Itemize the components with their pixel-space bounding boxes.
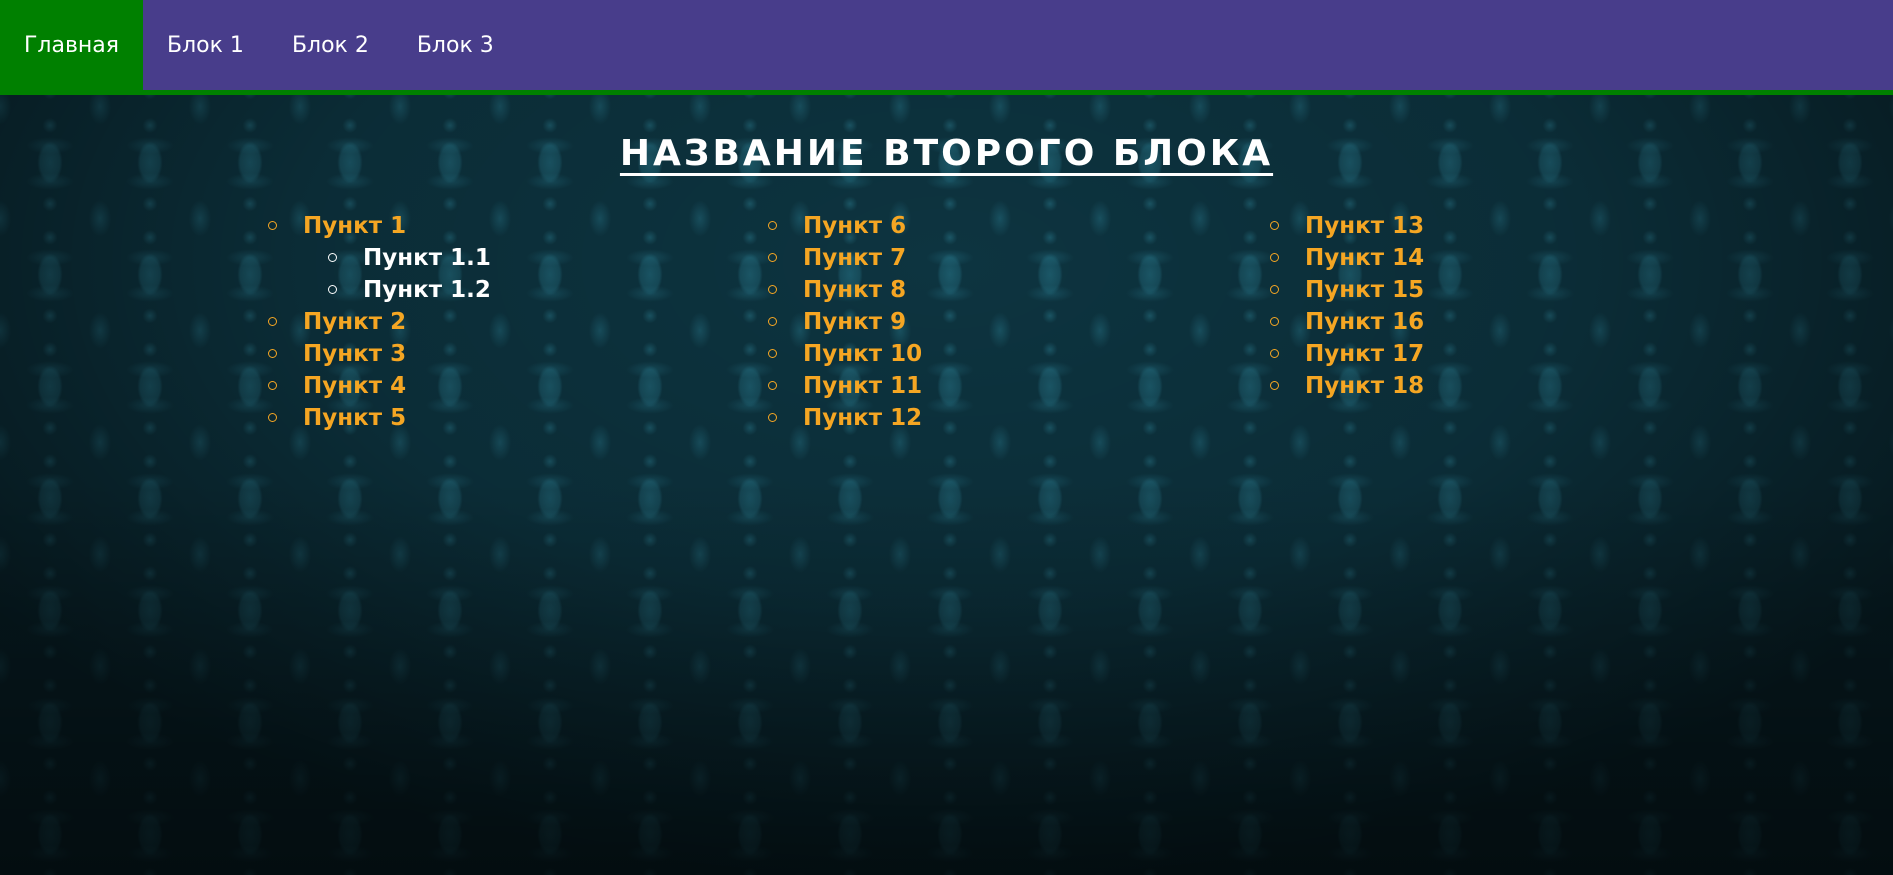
- list-item-label: Пункт 13: [1305, 213, 1425, 239]
- circle-bullet-icon: [268, 349, 277, 358]
- list-item: Пункт 8: [765, 274, 922, 306]
- list-item-label: Пункт 9: [803, 309, 907, 335]
- circle-bullet-icon: [268, 221, 277, 230]
- nav-item-home[interactable]: Главная: [0, 0, 144, 90]
- list-item: Пункт 18: [1267, 370, 1424, 402]
- list-item-label: Пункт 11: [803, 373, 923, 399]
- list-item-label: Пункт 1.2: [363, 277, 491, 303]
- list-item: Пункт 10: [765, 338, 922, 370]
- circle-bullet-icon: [768, 413, 777, 422]
- list-item-label: Пункт 2: [303, 309, 407, 335]
- main-content: НАЗВАНИЕ ВТОРОГО БЛОКА Пункт 1 Пункт 1.1…: [0, 95, 1893, 875]
- circle-bullet-icon: [768, 349, 777, 358]
- top-navbar: Главная Блок 1 Блок 2 Блок 3: [0, 0, 1893, 95]
- circle-bullet-icon: [268, 381, 277, 390]
- circle-bullet-icon: [768, 317, 777, 326]
- circle-bullet-icon: [768, 221, 777, 230]
- circle-bullet-icon: [1270, 221, 1279, 230]
- nested-list-item: Пункт 1.2: [325, 274, 491, 306]
- list-item-label: Пункт 17: [1305, 341, 1425, 367]
- list-item-label: Пункт 15: [1305, 277, 1425, 303]
- list-item-label: Пункт 6: [803, 213, 907, 239]
- list-item-label: Пункт 8: [803, 277, 907, 303]
- list-item: Пункт 15: [1267, 274, 1424, 306]
- circle-bullet-icon: [268, 413, 277, 422]
- circle-bullet-icon: [1270, 253, 1279, 262]
- list-item: Пункт 13: [1267, 210, 1424, 242]
- circle-bullet-icon: [268, 317, 277, 326]
- list-column-3: Пункт 13 Пункт 14 Пункт 15 Пункт 16 Пунк…: [1267, 210, 1424, 402]
- list-item-label: Пункт 12: [803, 405, 923, 431]
- circle-bullet-icon: [1270, 381, 1279, 390]
- list-item: Пункт 5: [265, 402, 491, 434]
- list-item: Пункт 7: [765, 242, 922, 274]
- list-item: Пункт 6: [765, 210, 922, 242]
- nav-item-block-2[interactable]: Блок 2: [268, 0, 393, 90]
- list-item: Пункт 1: [265, 210, 491, 242]
- circle-bullet-icon: [328, 253, 337, 262]
- list-item: Пункт 17: [1267, 338, 1424, 370]
- list-item-label: Пункт 1.1: [363, 245, 491, 271]
- circle-bullet-icon: [768, 381, 777, 390]
- circle-bullet-icon: [768, 253, 777, 262]
- nested-list-item: Пункт 1.1: [325, 242, 491, 274]
- list-item: Пункт 16: [1267, 306, 1424, 338]
- circle-bullet-icon: [328, 285, 337, 294]
- list-item-label: Пункт 4: [303, 373, 407, 399]
- list-column-1: Пункт 1 Пункт 1.1 Пункт 1.2 Пункт 2 Пунк…: [265, 210, 491, 434]
- list-item: Пункт 14: [1267, 242, 1424, 274]
- list-item: Пункт 2: [265, 306, 491, 338]
- list-column-2: Пункт 6 Пункт 7 Пункт 8 Пункт 9 Пункт 10…: [765, 210, 922, 434]
- block-title: НАЗВАНИЕ ВТОРОГО БЛОКА: [619, 133, 1274, 174]
- list-item-label: Пункт 1: [303, 213, 407, 239]
- list-item-label: Пункт 7: [803, 245, 907, 271]
- list-item: Пункт 9: [765, 306, 922, 338]
- list-item: Пункт 4: [265, 370, 491, 402]
- nav-item-block-3[interactable]: Блок 3: [393, 0, 518, 90]
- list-item: Пункт 12: [765, 402, 922, 434]
- circle-bullet-icon: [1270, 349, 1279, 358]
- circle-bullet-icon: [1270, 285, 1279, 294]
- nav-item-block-1[interactable]: Блок 1: [143, 0, 268, 90]
- list-item-label: Пункт 5: [303, 405, 407, 431]
- list-item-label: Пункт 10: [803, 341, 923, 367]
- circle-bullet-icon: [1270, 317, 1279, 326]
- list-item-label: Пункт 14: [1305, 245, 1425, 271]
- list-item-label: Пункт 18: [1305, 373, 1425, 399]
- list-item: Пункт 11: [765, 370, 922, 402]
- list-item-label: Пункт 3: [303, 341, 407, 367]
- list-item: Пункт 3: [265, 338, 491, 370]
- circle-bullet-icon: [768, 285, 777, 294]
- list-item-label: Пункт 16: [1305, 309, 1425, 335]
